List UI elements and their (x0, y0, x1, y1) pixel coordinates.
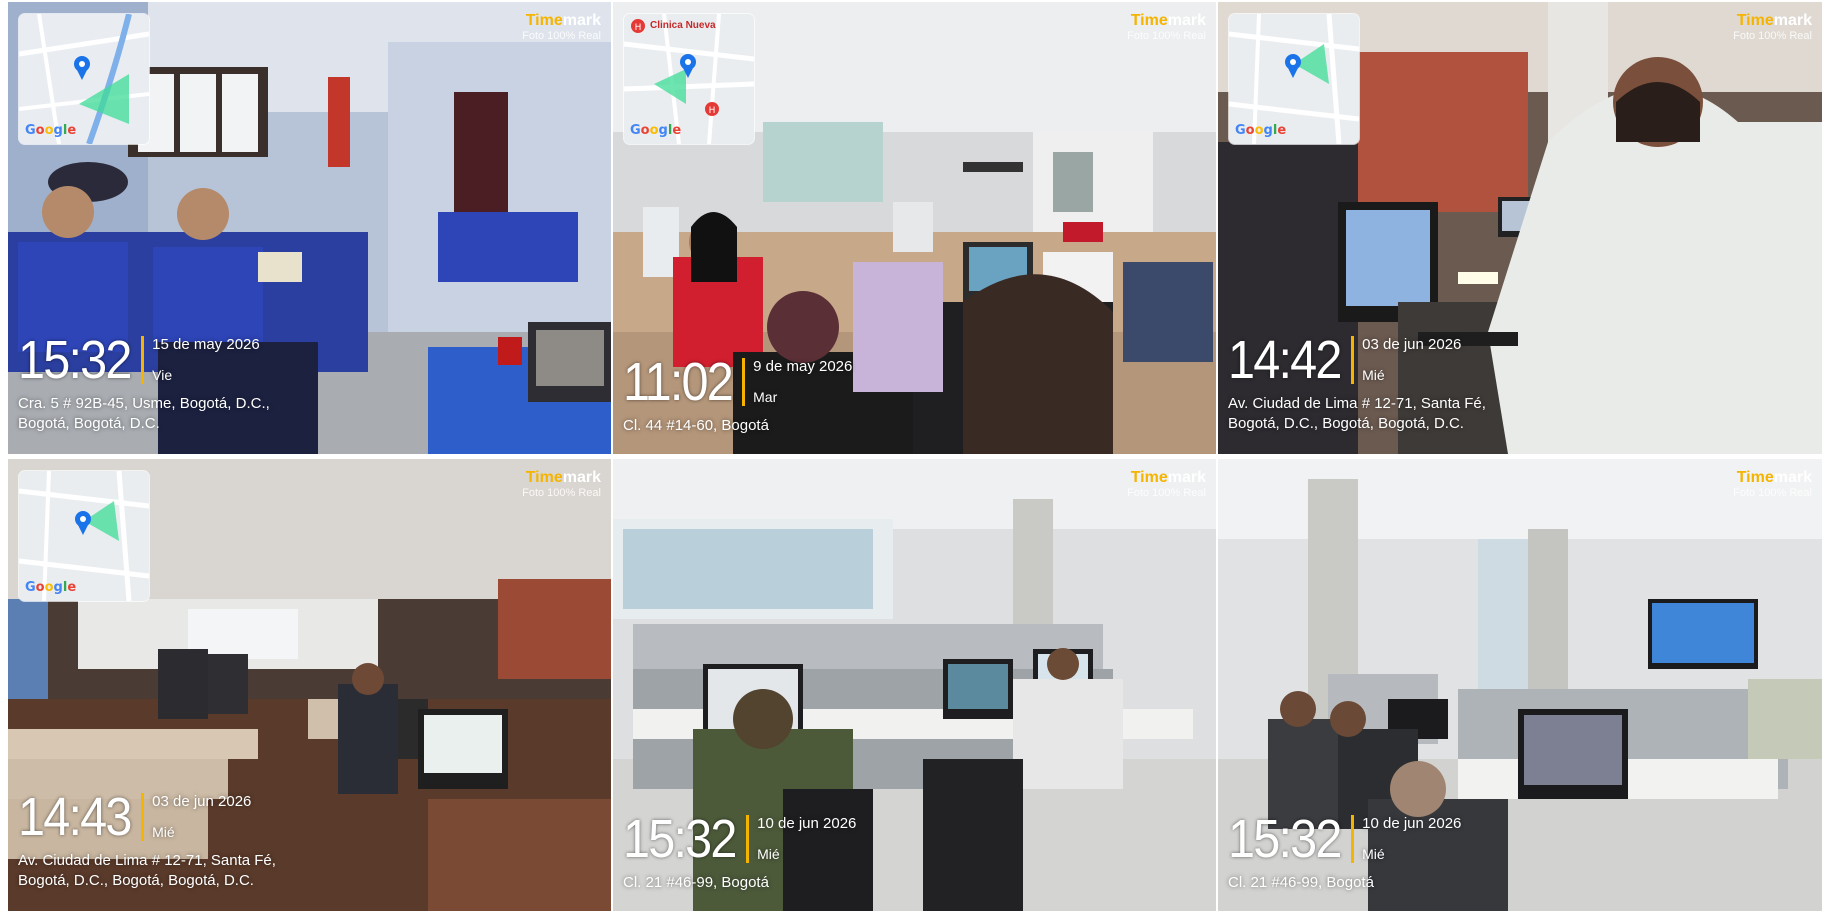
brand-name-part1: Time (1736, 469, 1774, 486)
map-thumbnail[interactable]: Google (1229, 14, 1359, 144)
photo-computer-lab-adults[interactable]: Timemark Foto 100% Real 15:32 10 de jun … (613, 459, 1216, 911)
stamp-divider (742, 358, 746, 406)
stamp-address-line1: Cl. 21 #46-99, Bogotá (623, 874, 769, 891)
map-thumbnail[interactable]: Google (19, 471, 149, 601)
brand-subtitle: Foto 100% Real (522, 487, 601, 499)
stamp-time: 15:32 (18, 330, 132, 390)
timemark-brand: Timemark Foto 100% Real (1127, 469, 1206, 500)
timestamp-overlay: 15:32 15 de may 2026 Vie Cra. 5 # 92B-45… (18, 332, 270, 434)
timestamp-overlay: 14:43 03 de jun 2026 Mié Av. Ciudad de L… (18, 789, 276, 891)
photo-computer-lab-cubicles[interactable]: Timemark Foto 100% Real 15:32 10 de jun … (1218, 459, 1822, 911)
stamp-divider (1351, 815, 1355, 863)
photo-computer-lab-students[interactable]: H H Clinica Nueva Google Timemark Foto 1… (613, 2, 1216, 454)
stamp-day: Mié (1362, 367, 1385, 383)
svg-text:H: H (709, 106, 716, 116)
timestamp-overlay: 15:32 10 de jun 2026 Mié Cl. 21 #46-99, … (623, 811, 856, 893)
timemark-brand: Timemark Foto 100% Real (1127, 12, 1206, 43)
stamp-divider (141, 793, 145, 841)
photo-library-study-room[interactable]: Google Timemark Foto 100% Real 14:43 03 … (8, 459, 611, 911)
stamp-address-line2: Bogotá, Bogotá, D.C. (18, 415, 160, 432)
stamp-address-line1: Cl. 44 #14-60, Bogotá (623, 417, 769, 434)
timemark-brand: Timemark Foto 100% Real (522, 12, 601, 43)
stamp-time: 11:02 (623, 352, 734, 412)
timemark-brand: Timemark Foto 100% Real (1733, 12, 1812, 43)
brand-name-part1: Time (525, 12, 563, 29)
brand-subtitle: Foto 100% Real (1127, 30, 1206, 42)
stamp-day: Mié (757, 846, 780, 862)
timemark-brand: Timemark Foto 100% Real (522, 469, 601, 500)
stamp-day: Mié (1362, 846, 1385, 862)
brand-subtitle: Foto 100% Real (1733, 487, 1812, 499)
svg-text:H: H (635, 23, 642, 33)
timestamp-overlay: 15:32 10 de jun 2026 Mié Cl. 21 #46-99, … (1228, 811, 1461, 893)
brand-subtitle: Foto 100% Real (1733, 30, 1812, 42)
google-logo: Google (630, 123, 682, 138)
stamp-address-line1: Cra. 5 # 92B-45, Usme, Bogotá, D.C., (18, 395, 270, 412)
stamp-address-line1: Av. Ciudad de Lima # 12-71, Santa Fé, (18, 852, 276, 869)
brand-name-part2: mark (1167, 469, 1206, 486)
stamp-day: Mar (753, 389, 778, 405)
brand-subtitle: Foto 100% Real (522, 30, 601, 42)
brand-name-part2: mark (562, 12, 601, 29)
timemark-brand: Timemark Foto 100% Real (1733, 469, 1812, 500)
stamp-date: 03 de jun 2026 (152, 793, 252, 810)
google-logo: Google (25, 123, 77, 138)
brand-name-part1: Time (1130, 469, 1168, 486)
photo-grid: Google Timemark Foto 100% Real 15:32 15 … (0, 0, 1828, 911)
stamp-time: 15:32 (1228, 809, 1342, 869)
stamp-date: 9 de may 2026 (753, 358, 853, 375)
stamp-divider (1351, 336, 1355, 384)
stamp-divider (141, 336, 145, 384)
brand-name-part1: Time (1130, 12, 1168, 29)
stamp-divider (746, 815, 750, 863)
google-logo: Google (1235, 123, 1287, 138)
stamp-address-line1: Cl. 21 #46-99, Bogotá (1228, 874, 1374, 891)
timestamp-overlay: 14:42 03 de jun 2026 Mié Av. Ciudad de L… (1228, 332, 1486, 434)
brand-name-part2: mark (562, 469, 601, 486)
map-place-label: Clinica Nueva (650, 20, 716, 31)
map-thumbnail[interactable]: Google (19, 14, 149, 144)
brand-name-part2: mark (1167, 12, 1206, 29)
brand-name-part1: Time (1736, 12, 1774, 29)
stamp-address-line1: Av. Ciudad de Lima # 12-71, Santa Fé, (1228, 395, 1486, 412)
timestamp-overlay: 11:02 9 de may 2026 Mar Cl. 44 #14-60, B… (623, 354, 852, 436)
photo-classroom-blue-uniforms[interactable]: Google Timemark Foto 100% Real 15:32 15 … (8, 2, 611, 454)
brand-name-part2: mark (1773, 469, 1812, 486)
stamp-day: Vie (152, 367, 173, 383)
stamp-address-line2: Bogotá, D.C., Bogotá, Bogotá, D.C. (18, 872, 254, 889)
stamp-time: 15:32 (623, 809, 737, 869)
map-thumbnail[interactable]: H H Clinica Nueva Google (624, 14, 754, 144)
stamp-time: 14:43 (18, 787, 132, 847)
stamp-date: 03 de jun 2026 (1362, 336, 1462, 353)
stamp-address-line2: Bogotá, D.C., Bogotá, Bogotá, D.C. (1228, 415, 1464, 432)
brand-name-part1: Time (525, 469, 563, 486)
photo-instructor-at-computer[interactable]: Google Timemark Foto 100% Real 14:42 03 … (1218, 2, 1822, 454)
stamp-date: 15 de may 2026 (152, 336, 260, 353)
stamp-time: 14:42 (1228, 330, 1342, 390)
google-logo: Google (25, 580, 77, 595)
brand-subtitle: Foto 100% Real (1127, 487, 1206, 499)
stamp-date: 10 de jun 2026 (1362, 815, 1462, 832)
stamp-day: Mié (152, 824, 175, 840)
brand-name-part2: mark (1773, 12, 1812, 29)
stamp-date: 10 de jun 2026 (757, 815, 857, 832)
